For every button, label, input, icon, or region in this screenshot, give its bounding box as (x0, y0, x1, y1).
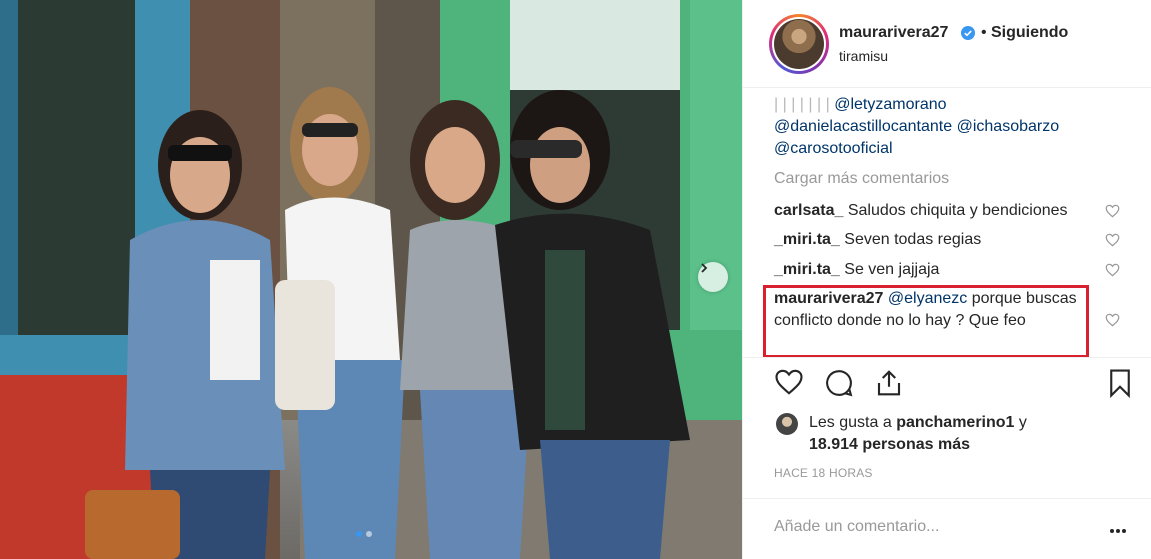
mention-link[interactable]: @danielacastillocantante (774, 118, 952, 135)
comment-heart-icon[interactable] (1105, 204, 1120, 223)
likes-text: Les gusta a panchamerino1 y 18.914 perso… (809, 412, 1139, 456)
carousel-dot (366, 531, 372, 537)
first-liker-link[interactable]: panchamerino1 (896, 414, 1014, 431)
comments-list[interactable]: | | | | | | | @letyzamorano @danielacast… (743, 88, 1151, 358)
comment-item: _miri.ta_ Seven todas regias (774, 229, 1074, 251)
post-header: maurarivera27 • Siguiendo tiramisu (743, 0, 1151, 88)
post-side-panel: maurarivera27 • Siguiendo tiramisu | | |… (742, 0, 1151, 559)
caption-tail: | | | | | | | @letyzamorano @danielacast… (774, 94, 1094, 160)
comment-bubble-icon[interactable] (824, 368, 854, 403)
post-timestamp[interactable]: HACE 18 HORAS (774, 466, 873, 480)
carousel-dot-active (356, 531, 362, 537)
comment-text: Se ven jajjaja (844, 261, 940, 278)
carousel-indicator (356, 531, 372, 537)
comment-username[interactable]: _miri.ta_ (774, 231, 840, 248)
comment-username[interactable]: carlsata_ (774, 202, 843, 219)
share-icon[interactable] (874, 368, 904, 403)
liker-avatar[interactable] (776, 413, 798, 435)
heart-icon[interactable] (774, 368, 804, 401)
add-comment-bar (743, 498, 1151, 559)
caption-pipes: | | | | | | | (774, 96, 835, 113)
highlight-box (763, 285, 1089, 357)
bookmark-icon[interactable] (1107, 368, 1133, 403)
comment-heart-icon[interactable] (1105, 313, 1120, 332)
author-avatar[interactable] (769, 14, 829, 74)
mention-link[interactable]: @letyzamorano (834, 96, 946, 113)
comment-username[interactable]: _miri.ta_ (774, 261, 840, 278)
others-likes-link[interactable]: 18.914 personas más (809, 436, 970, 453)
mention-link[interactable]: @carosotooficial (774, 140, 893, 157)
load-more-comments-button[interactable]: Cargar más comentarios (774, 170, 949, 188)
verified-badge-icon (961, 26, 975, 45)
more-dots-icon[interactable] (1109, 521, 1127, 539)
comment-text: Saludos chiquita y bendiciones (847, 202, 1068, 219)
likes-connector: y (1018, 414, 1027, 431)
mention-link[interactable]: @ichasobarzo (957, 118, 1060, 135)
next-photo-button[interactable] (698, 262, 728, 292)
comment-item: _miri.ta_ Se ven jajjaja (774, 259, 1074, 281)
comment-text: Seven todas regias (844, 231, 982, 248)
author-username[interactable]: maurarivera27 (839, 24, 948, 42)
post-actions (743, 368, 1151, 408)
post-location[interactable]: tiramisu (839, 48, 888, 64)
following-button[interactable]: Siguiendo (991, 24, 1068, 42)
comment-heart-icon[interactable] (1105, 263, 1120, 282)
comment-heart-icon[interactable] (1105, 233, 1120, 252)
likes-prefix: Les gusta a (809, 414, 892, 431)
comment-item: carlsata_ Saludos chiquita y bendiciones (774, 200, 1074, 222)
comment-input[interactable] (774, 515, 1094, 539)
follow-separator: • (981, 24, 987, 41)
post-photo[interactable] (0, 0, 742, 559)
photo-illustration (0, 0, 742, 559)
